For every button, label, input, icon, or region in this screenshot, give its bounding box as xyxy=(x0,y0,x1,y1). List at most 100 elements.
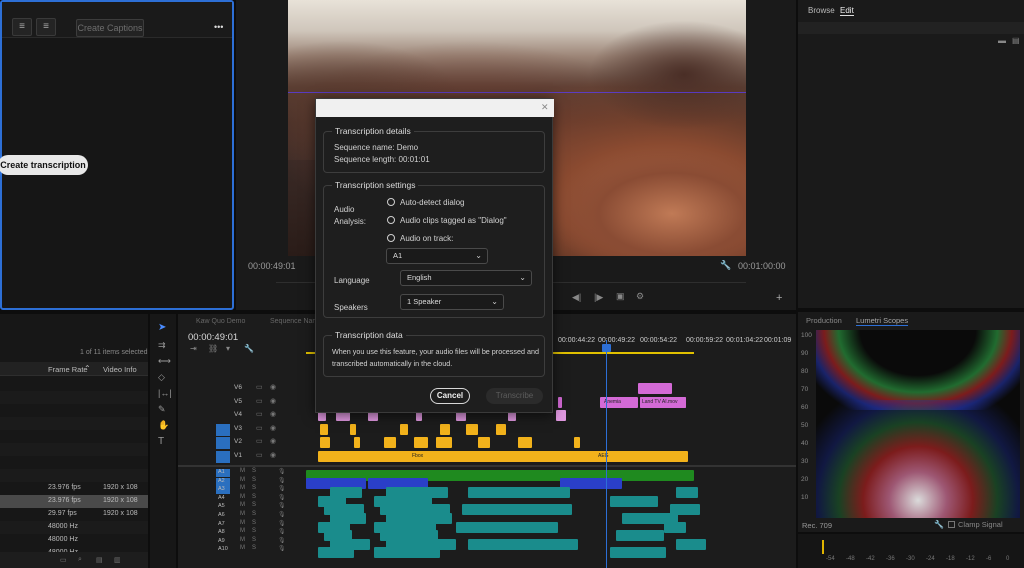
project-list-row[interactable] xyxy=(0,456,148,469)
folder-icon[interactable]: ▬ xyxy=(998,36,1006,45)
dialog-tagged-label[interactable]: Audio clips tagged as "Dialog" xyxy=(400,216,507,225)
timeline-clip[interactable] xyxy=(556,410,566,421)
speakers-select[interactable]: 1 Speaker ⌄ xyxy=(400,294,504,310)
timeline-clip[interactable] xyxy=(318,450,608,462)
solo-icon[interactable]: S xyxy=(252,537,256,543)
solo-icon[interactable]: S xyxy=(252,502,256,508)
timeline-tab-1[interactable]: Kaw Quo Demo xyxy=(196,318,245,325)
clamp-signal-checkbox[interactable] xyxy=(948,521,955,528)
mic-icon[interactable]: 🎙 xyxy=(278,477,286,484)
solo-icon[interactable]: S xyxy=(252,511,256,517)
solo-icon[interactable]: S xyxy=(252,528,256,534)
eye-icon[interactable]: ◉ xyxy=(270,437,276,445)
mute-icon[interactable]: M xyxy=(240,468,245,474)
timeline-clip[interactable] xyxy=(466,423,478,435)
project-list-row[interactable] xyxy=(0,469,148,482)
sync-lock-icon[interactable]: ▭ xyxy=(256,437,263,445)
project-list-row[interactable] xyxy=(0,391,148,404)
timeline-clip[interactable] xyxy=(610,495,658,507)
audio-track-header[interactable]: A10 M S 🎙 xyxy=(178,545,306,554)
ripple-edit-tool-icon[interactable]: ⟷ xyxy=(158,356,171,367)
sync-lock-icon[interactable]: ▭ xyxy=(256,451,263,459)
project-list-row[interactable] xyxy=(0,443,148,456)
track-select[interactable]: A1 ⌄ xyxy=(386,248,488,264)
settings-icon[interactable]: ⚙ xyxy=(636,291,644,302)
new-item-icon[interactable]: ▤ xyxy=(96,556,103,564)
add-button-icon[interactable]: + xyxy=(776,292,782,304)
transcribe-button[interactable]: Transcribe xyxy=(486,388,543,404)
new-item-icon[interactable]: ▤ xyxy=(1012,36,1020,45)
timeline-clip[interactable] xyxy=(610,450,688,462)
type-tool-icon[interactable]: T xyxy=(158,436,164,447)
eye-icon[interactable]: ◉ xyxy=(270,410,276,418)
timeline-clip[interactable] xyxy=(374,547,440,559)
search-icon[interactable]: ⌕ xyxy=(78,556,82,564)
timeline-clip[interactable] xyxy=(384,437,396,448)
mute-icon[interactable]: M xyxy=(240,511,245,517)
track-target-toggle[interactable] xyxy=(216,423,230,436)
linked-selection-icon[interactable]: ⛓ xyxy=(208,344,218,353)
video-track-header[interactable]: V4 ▭ ◉ xyxy=(178,409,306,422)
timeline-clip[interactable] xyxy=(320,423,328,435)
tab-production[interactable]: Production xyxy=(806,316,842,325)
video-track-header[interactable]: V1 ▭ ◉ xyxy=(178,450,306,463)
project-list-row[interactable] xyxy=(0,417,148,430)
timeline-settings-icon[interactable]: 🔧 xyxy=(244,344,254,353)
eye-icon[interactable]: ◉ xyxy=(270,424,276,432)
solo-icon[interactable]: S xyxy=(252,494,256,500)
wrench-icon[interactable]: 🔧 xyxy=(934,520,944,529)
clip-label-land-tv[interactable]: Land TV AI.mov xyxy=(640,396,686,408)
timeline-clip[interactable] xyxy=(496,423,506,435)
close-icon[interactable]: ✕ xyxy=(541,102,549,113)
mute-icon[interactable]: M xyxy=(240,520,245,526)
timeline-clip[interactable] xyxy=(518,437,532,448)
project-list-row[interactable] xyxy=(0,430,148,443)
track-target-toggle[interactable] xyxy=(216,437,230,449)
video-track-header[interactable]: V3 ▭ ◉ xyxy=(178,423,306,436)
sync-lock-icon[interactable]: ▭ xyxy=(256,383,263,391)
timeline-clip[interactable] xyxy=(468,487,570,499)
step-forward-icon[interactable]: |▶ xyxy=(594,292,603,303)
timeline-clip[interactable] xyxy=(462,504,572,516)
eye-icon[interactable]: ◉ xyxy=(270,397,276,405)
playhead[interactable] xyxy=(606,340,607,568)
clip-label-fbox[interactable]: Fbox xyxy=(410,450,440,462)
mute-icon[interactable]: M xyxy=(240,502,245,508)
slip-tool-icon[interactable]: |↔| xyxy=(158,388,172,398)
auto-detect-label[interactable]: Auto-detect dialog xyxy=(400,198,465,207)
clip-label-aeg[interactable]: AEG xyxy=(596,450,618,462)
timeline-clip[interactable] xyxy=(468,538,578,550)
track-select-tool-icon[interactable]: ⇉ xyxy=(158,340,166,351)
razor-tool-icon[interactable]: ◇ xyxy=(158,372,165,383)
timeline-clip[interactable] xyxy=(558,396,562,408)
column-frame-rate[interactable]: Frame Rate xyxy=(48,365,88,374)
mic-icon[interactable]: 🎙 xyxy=(278,511,286,518)
mic-icon[interactable]: 🎙 xyxy=(278,468,286,475)
mute-icon[interactable]: M xyxy=(240,537,245,543)
create-transcription-button[interactable]: Create transcription xyxy=(0,155,88,175)
mute-icon[interactable]: M xyxy=(240,545,245,551)
language-select[interactable]: English ⌄ xyxy=(400,270,532,286)
export-frame-icon[interactable]: ▣ xyxy=(616,291,625,302)
mic-icon[interactable]: 🎙 xyxy=(278,537,286,544)
wrench-icon[interactable]: 🔧 xyxy=(720,260,731,271)
column-video-info[interactable]: Video Info xyxy=(103,365,137,374)
timeline-clip[interactable] xyxy=(318,547,354,559)
mute-icon[interactable]: M xyxy=(240,528,245,534)
video-track-header[interactable]: V6 ▭ ◉ xyxy=(178,382,306,395)
timeline-clip[interactable] xyxy=(400,423,408,435)
timeline-clip[interactable] xyxy=(354,437,360,448)
mute-icon[interactable]: M xyxy=(240,485,245,491)
solo-icon[interactable]: S xyxy=(252,520,256,526)
solo-icon[interactable]: S xyxy=(252,485,256,491)
clip-label-anemia[interactable]: Anemia xyxy=(602,396,638,408)
mic-icon[interactable]: 🎙 xyxy=(278,485,286,492)
timeline-clip[interactable] xyxy=(574,437,580,448)
sync-lock-icon[interactable]: ▭ xyxy=(256,424,263,432)
trash-icon[interactable]: ▥ xyxy=(114,556,121,564)
more-options-icon[interactable]: ••• xyxy=(214,22,223,32)
timeline-clip[interactable] xyxy=(456,521,558,533)
audio-on-track-label[interactable]: Audio on track: xyxy=(400,234,453,243)
sync-lock-icon[interactable]: ▭ xyxy=(256,410,263,418)
tab-edit[interactable]: Edit xyxy=(840,6,854,16)
